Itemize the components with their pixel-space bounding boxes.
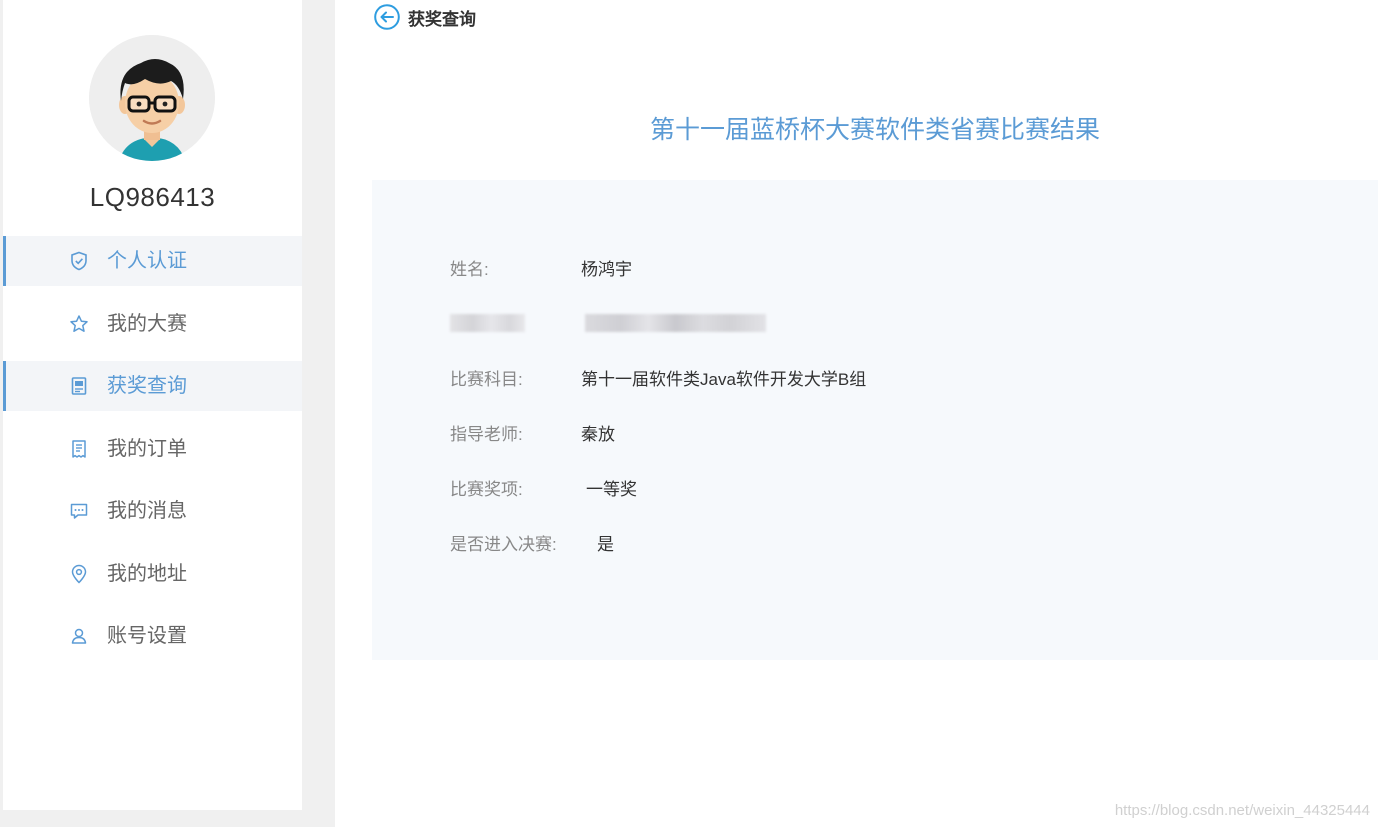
redacted-label (450, 314, 525, 332)
sidebar-item-award-query[interactable]: 获奖查询 (3, 361, 302, 411)
redacted-value (585, 314, 766, 332)
award-value: 一等奖 (586, 480, 637, 499)
teacher-value: 秦放 (581, 425, 615, 444)
sidebar-item-label: 我的订单 (107, 437, 187, 460)
subject-label: 比赛科目: (450, 370, 523, 389)
final-label: 是否进入决赛: (450, 535, 557, 554)
name-value: 杨鸿宇 (581, 260, 632, 279)
back-button[interactable]: 获奖查询 (374, 4, 476, 30)
sidebar-item-label: 获奖查询 (107, 375, 187, 397)
sidebar-item-label: 我的地址 (107, 562, 187, 585)
watermark: https://blog.csdn.net/weixin_44325444 (1114, 802, 1370, 819)
sidebar-item-my-orders[interactable]: 我的订单 (3, 424, 302, 474)
subject-value: 第十一届软件类Java软件开发大学B组 (581, 370, 867, 389)
sidebar-item-my-address[interactable]: 我的地址 (3, 549, 302, 599)
result-panel: 姓名: 杨鸿宇 比赛科目: 第十一届软件类Java软件开发大学B组 指导老师: … (372, 180, 1378, 660)
teacher-label: 指导老师: (450, 425, 523, 444)
location-pin-icon (69, 564, 89, 584)
name-label: 姓名: (450, 260, 489, 279)
sidebar-item-my-competitions[interactable]: 我的大赛 (3, 299, 302, 349)
message-icon (69, 501, 89, 521)
avatar-image (89, 35, 215, 161)
sidebar-item-my-messages[interactable]: 我的消息 (3, 486, 302, 536)
sidebar-item-label: 我的大赛 (107, 312, 187, 335)
user-icon (69, 626, 89, 646)
shield-check-icon (69, 251, 89, 271)
sidebar-item-label: 我的消息 (107, 500, 187, 522)
receipt-icon (69, 439, 89, 459)
award-label: 比赛奖项: (450, 480, 523, 499)
sidebar-item-label: 个人认证 (107, 250, 187, 272)
username: LQ986413 (89, 182, 216, 212)
page-title: 获奖查询 (408, 9, 476, 29)
sidebar-item-personal-verification[interactable]: 个人认证 (3, 236, 302, 286)
sidebar: LQ986413 个人认证 我的大赛 获奖查询 我的订单 我的消息 我的地址 账… (3, 0, 302, 810)
star-icon (69, 314, 89, 334)
sidebar-item-account-settings[interactable]: 账号设置 (3, 611, 302, 661)
result-title: 第十一届蓝桥杯大赛软件类省赛比赛结果 (649, 116, 1100, 144)
sidebar-item-label: 账号设置 (107, 625, 187, 647)
final-value: 是 (597, 535, 614, 554)
document-icon (69, 376, 89, 396)
sidebar-menu: 个人认证 我的大赛 获奖查询 我的订单 我的消息 我的地址 账号设置 (3, 236, 302, 674)
avatar[interactable] (89, 35, 215, 161)
main-content: 获奖查询 第十一届蓝桥杯大赛软件类省赛比赛结果 姓名: 杨鸿宇 比赛科目: 第十… (335, 0, 1378, 827)
back-arrow-icon (374, 4, 400, 30)
